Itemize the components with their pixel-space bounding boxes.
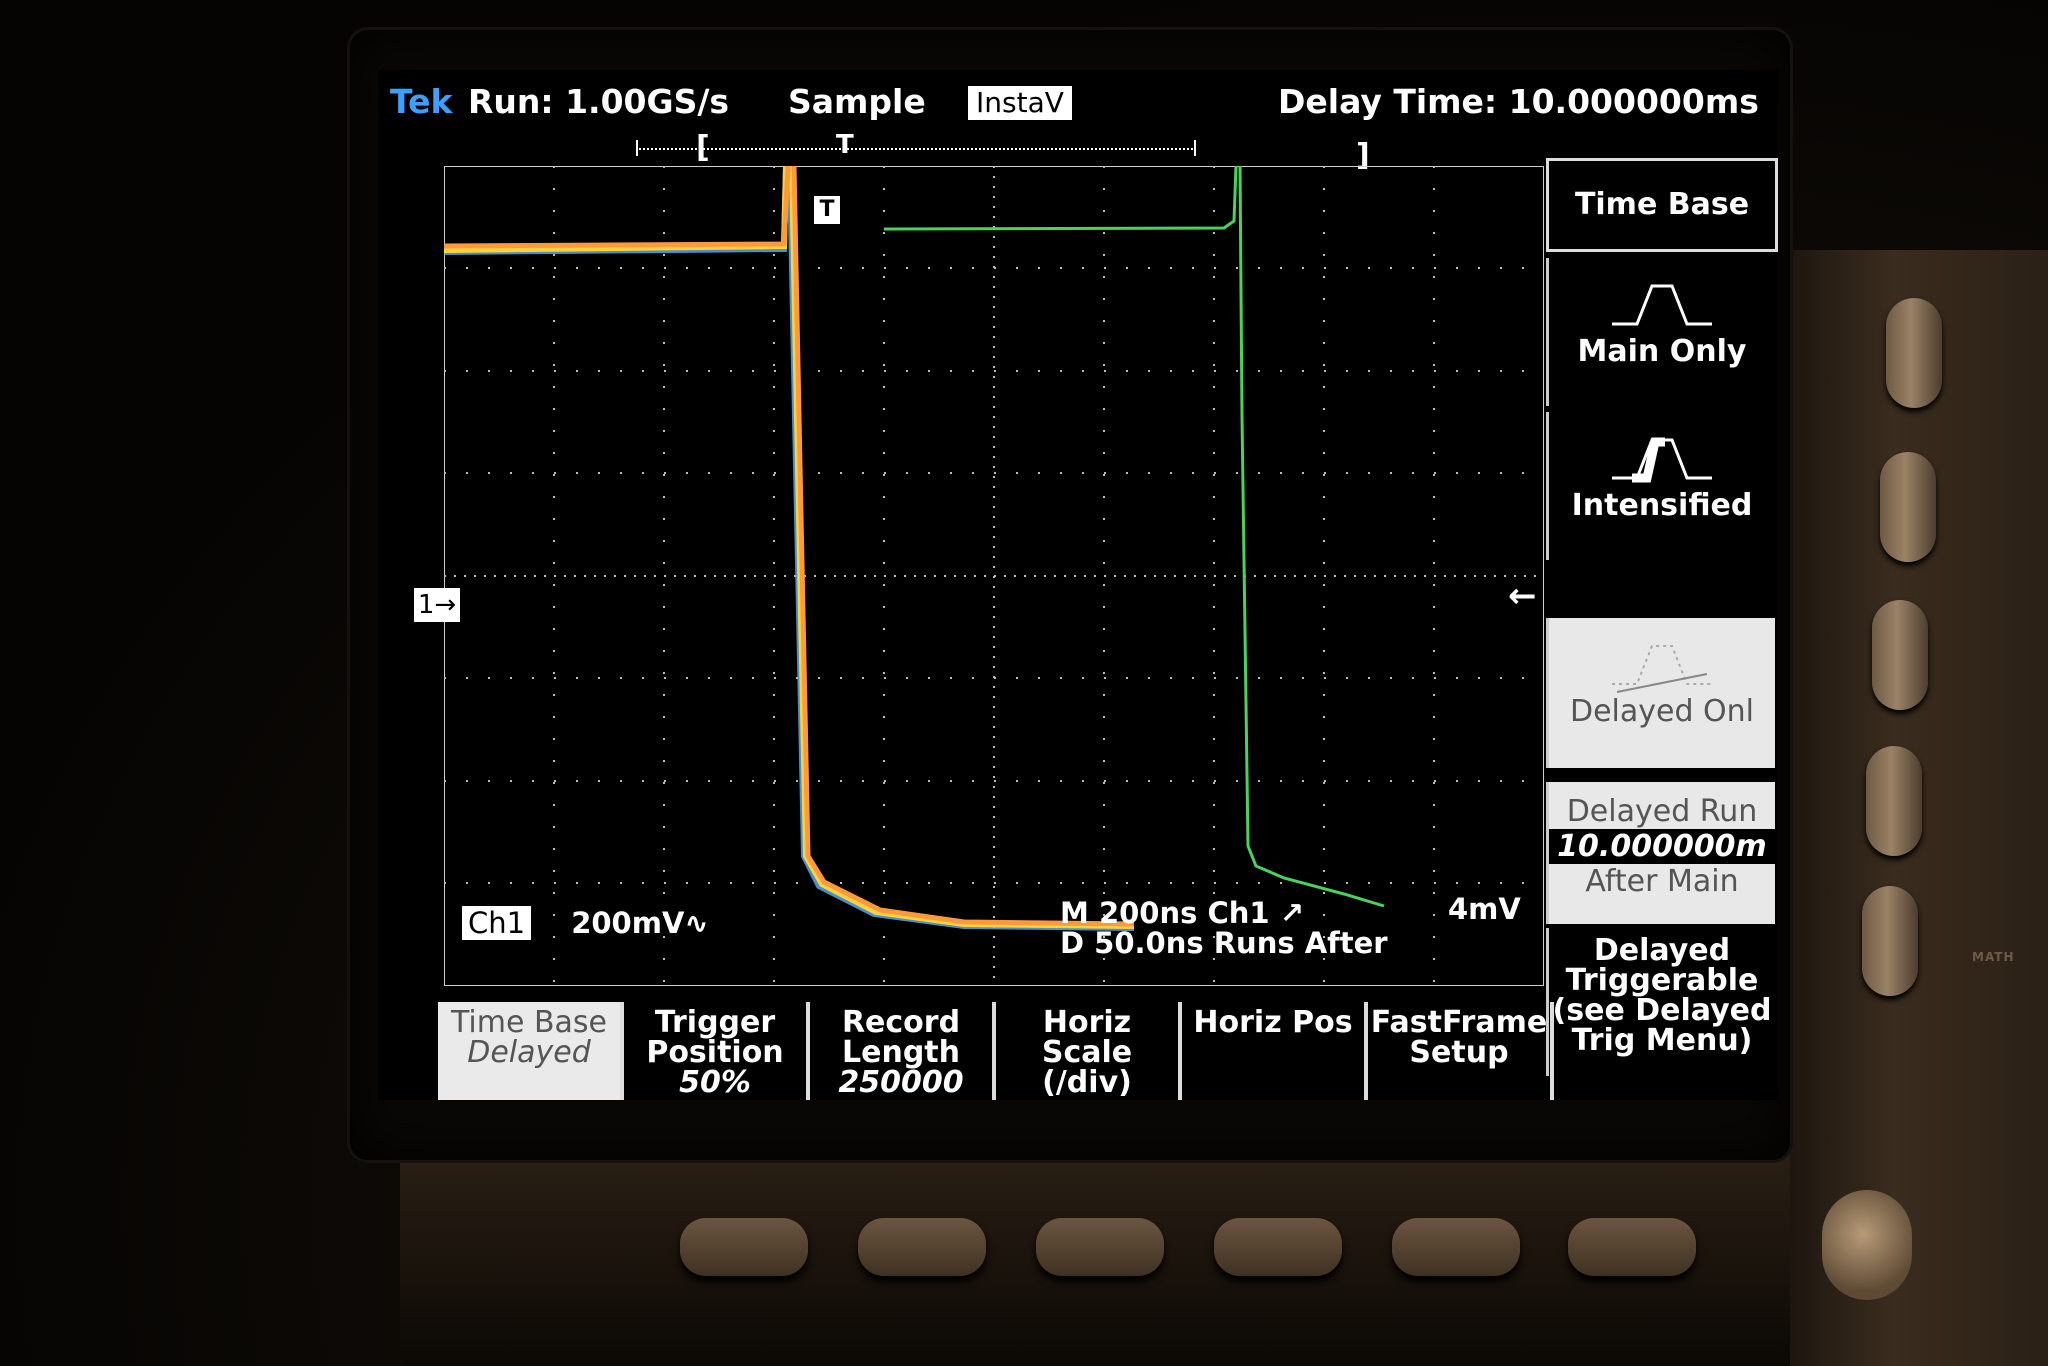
channel-1-ground-marker: 1→ xyxy=(414,588,460,622)
record-trigger-marker: T xyxy=(836,130,854,160)
record-view-bar: [ T ] xyxy=(636,130,1370,173)
side-bezel-button-4[interactable] xyxy=(1866,746,1922,856)
delayed-timebase-readout: D 50.0ns Runs After xyxy=(1060,926,1388,960)
channel-1-readout: Ch1 200mV∿ xyxy=(462,906,709,940)
horiz-scale-label: Horiz Scale (/div) xyxy=(1041,1005,1133,1100)
pulse-shape-icon xyxy=(1612,284,1712,326)
bottom-menu: Time Base Delayed Trigger Position 50% R… xyxy=(438,1002,1738,1100)
delayed-runs-label: Delayed Run xyxy=(1566,794,1758,829)
bottom-menu-fastframe-setup[interactable]: FastFrame Setup xyxy=(1368,1002,1554,1100)
delay-time-readout: Delay Time: 10.000000ms xyxy=(1278,82,1759,121)
waveform-green-trace xyxy=(883,166,1385,908)
panel-label: MATH xyxy=(1972,950,2015,964)
bottom-menu-trigger-position[interactable]: Trigger Position 50% xyxy=(624,1002,810,1100)
waveform-yellow-trace xyxy=(444,166,1135,929)
delayed-runs-value: 10.000000m xyxy=(1549,829,1775,864)
side-menu-delayed-runs-after[interactable]: Delayed Run 10.000000m After Main xyxy=(1546,782,1775,924)
side-bezel-button-2[interactable] xyxy=(1880,452,1936,562)
bottom-menu-horiz-scale[interactable]: Horiz Scale (/div) xyxy=(996,1002,1182,1100)
delayed-only-label: Delayed Onl xyxy=(1569,694,1755,729)
side-bezel-button-5[interactable] xyxy=(1862,886,1918,996)
intensified-label: Intensified xyxy=(1571,488,1753,523)
instavu-badge: InstaV xyxy=(968,86,1072,120)
intensified-pulse-icon xyxy=(1612,437,1712,483)
bottom-bezel-button-4[interactable] xyxy=(1214,1218,1342,1276)
waveform-orange-trace xyxy=(444,166,1135,927)
side-bezel-button-1[interactable] xyxy=(1886,298,1942,408)
side-menu: Time Base Main Only Intensified Delayed … xyxy=(1546,158,1778,1076)
trigger-level-arrow-icon: ← xyxy=(1508,576,1537,616)
main-only-label: Main Only xyxy=(1577,334,1747,369)
run-status: Run: 1.00GS/s xyxy=(468,82,730,121)
bottom-bezel-button-1[interactable] xyxy=(680,1218,808,1276)
record-bar-end-tick xyxy=(1194,140,1196,156)
after-main-label: After Main xyxy=(1585,864,1739,899)
bottom-menu-empty xyxy=(1554,1002,1740,1100)
record-length-label: Record Length xyxy=(841,1005,961,1070)
ch1-badge: Ch1 xyxy=(462,906,532,940)
grid-lines xyxy=(444,166,1544,986)
delayed-pulse-icon xyxy=(1612,645,1712,693)
trigger-position-value: 50% xyxy=(679,1065,751,1100)
bottom-bezel-button-2[interactable] xyxy=(858,1218,986,1276)
oscilloscope-screen: Tek Run: 1.00GS/s Sample InstaV Delay Ti… xyxy=(378,70,1778,1100)
bottom-bezel-button-5[interactable] xyxy=(1392,1218,1520,1276)
trigger-position-label: Trigger Position xyxy=(646,1005,784,1070)
side-bezel-button-3[interactable] xyxy=(1872,600,1928,710)
horiz-pos-label: Horiz Pos xyxy=(1193,1005,1353,1040)
waveform-blue-trace xyxy=(444,166,1135,931)
acquisition-mode: Sample xyxy=(788,82,926,121)
fastframe-setup-label: FastFrame Setup xyxy=(1370,1005,1548,1070)
delayed-trig-line-1: Delayed xyxy=(1593,933,1731,968)
bottom-menu-horiz-pos[interactable]: Horiz Pos xyxy=(1182,1002,1368,1100)
record-length-value: 250000 xyxy=(838,1065,964,1100)
menu-off-knob[interactable] xyxy=(1822,1190,1912,1300)
delayed-trig-line-2: Triggerable xyxy=(1565,963,1759,998)
time-base-value: Delayed xyxy=(467,1035,591,1070)
trigger-position-marker: T xyxy=(814,196,840,224)
side-menu-delayed-only[interactable]: Delayed Onl xyxy=(1546,618,1775,768)
brand-logo: Tek xyxy=(390,82,453,121)
bottom-bezel-button-3[interactable] xyxy=(1036,1218,1164,1276)
ch1-scale: 200mV∿ xyxy=(571,906,709,940)
side-menu-main-only[interactable]: Main Only xyxy=(1546,258,1775,406)
record-bar-start-tick xyxy=(636,140,638,156)
record-bracket-left: [ xyxy=(696,130,710,165)
main-timebase-readout: M 200ns Ch1 ↗ xyxy=(1060,896,1304,930)
trigger-level-readout: 4mV xyxy=(1448,892,1521,926)
bottom-menu-record-length[interactable]: Record Length 250000 xyxy=(810,1002,996,1100)
bottom-bezel-button-6[interactable] xyxy=(1568,1218,1696,1276)
side-menu-intensified[interactable]: Intensified xyxy=(1546,412,1775,560)
bottom-menu-time-base[interactable]: Time Base Delayed xyxy=(438,1002,624,1100)
side-menu-title: Time Base xyxy=(1546,158,1778,252)
graticule xyxy=(444,166,1544,986)
